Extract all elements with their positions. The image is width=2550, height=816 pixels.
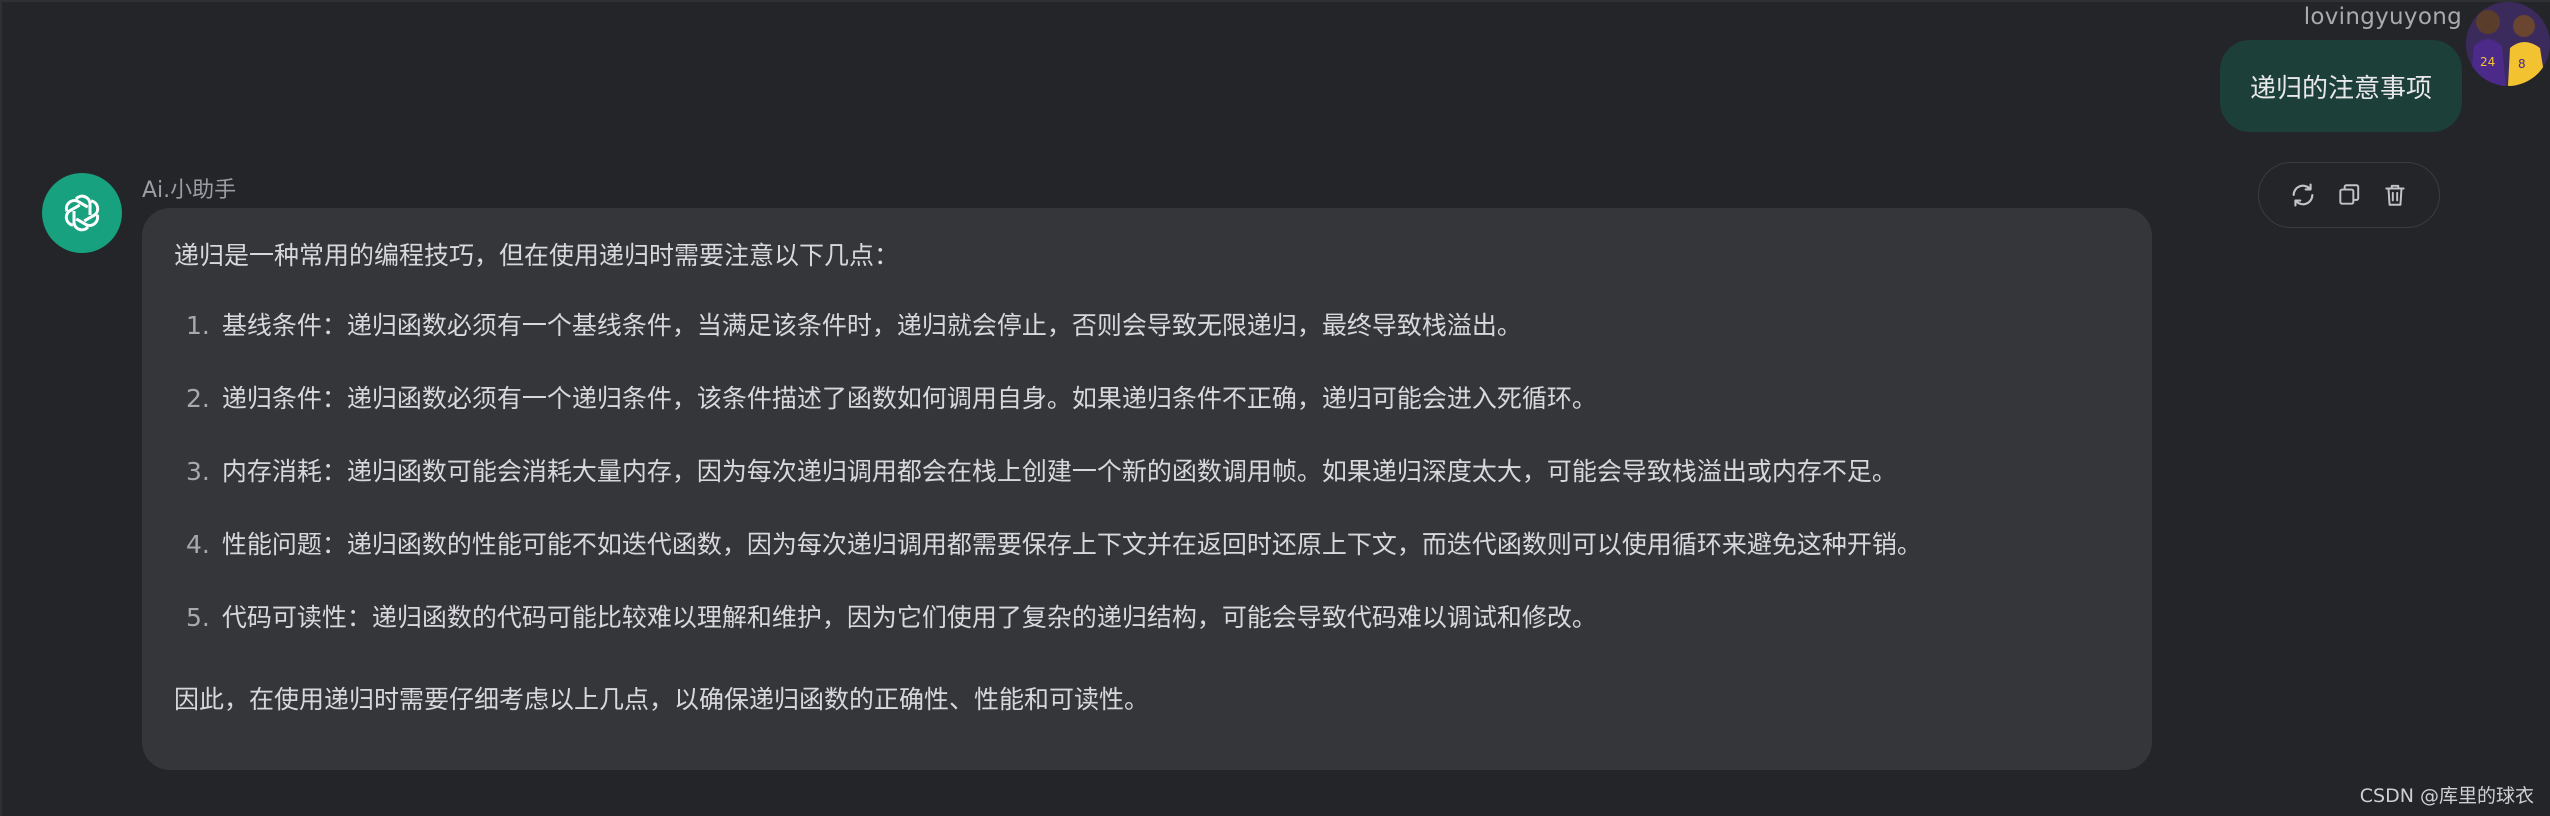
list-item-number: 1.: [186, 311, 210, 340]
assistant-points-list: 1. 基线条件：递归函数必须有一个基线条件，当满足该条件时，递归就会停止，否则会…: [174, 308, 2116, 636]
message-action-bar: [2258, 162, 2440, 228]
list-item-number: 2.: [186, 384, 210, 413]
user-name: lovingyuyong: [2303, 4, 2462, 30]
user-message-text: 递归的注意事项: [2249, 73, 2432, 104]
list-item-text: 基线条件：递归函数必须有一个基线条件，当满足该条件时，递归就会停止，否则会导致无…: [221, 311, 1522, 340]
assistant-intro: 递归是一种常用的编程技巧，但在使用递归时需要注意以下几点：: [174, 241, 900, 270]
user-message-bubble: 递归的注意事项: [2219, 40, 2462, 132]
basketball-player-avatar-icon[interactable]: 24 8: [2466, 2, 2550, 86]
chatgpt-logo-icon: [42, 173, 122, 253]
delete-button[interactable]: [2379, 179, 2411, 211]
list-item-number: 4.: [186, 530, 210, 559]
list-item: 5. 代码可读性：递归函数的代码可能比较难以理解和维护，因为它们使用了复杂的递归…: [186, 600, 2116, 636]
copy-button[interactable]: [2333, 179, 2365, 211]
regenerate-button[interactable]: [2287, 179, 2319, 211]
watermark: CSDN @库里的球衣: [2359, 785, 2534, 807]
list-item-number: 3.: [186, 457, 210, 486]
svg-text:24: 24: [2480, 55, 2495, 69]
list-item: 4. 性能问题：递归函数的性能可能不如迭代函数，因为每次递归调用都需要保存上下文…: [186, 527, 2116, 563]
assistant-conclusion: 因此，在使用递归时需要仔细考虑以上几点，以确保递归函数的正确性、性能和可读性。: [174, 685, 1150, 714]
list-item: 2. 递归条件：递归函数必须有一个递归条件，该条件描述了函数如何调用自身。如果递…: [186, 381, 2116, 417]
copy-icon: [2339, 184, 2360, 205]
list-item-text: 代码可读性：递归函数的代码可能比较难以理解和维护，因为它们使用了复杂的递归结构，…: [221, 603, 1597, 632]
svg-text:8: 8: [2518, 57, 2526, 71]
window-top-border: [0, 0, 2550, 2]
assistant-name: Ai.小助手: [142, 178, 237, 203]
trash-icon: [2385, 184, 2405, 206]
list-item-text: 递归条件：递归函数必须有一个递归条件，该条件描述了函数如何调用自身。如果递归条件…: [221, 384, 1597, 413]
window-left-border: [0, 0, 2, 816]
list-item: 1. 基线条件：递归函数必须有一个基线条件，当满足该条件时，递归就会停止，否则会…: [186, 308, 2116, 344]
list-item-number: 5.: [186, 603, 210, 632]
list-item-text: 性能问题：递归函数的性能可能不如迭代函数，因为每次递归调用都需要保存上下文并在返…: [221, 530, 1922, 559]
assistant-message-bubble: 递归是一种常用的编程技巧，但在使用递归时需要注意以下几点： 1. 基线条件：递归…: [142, 208, 2152, 770]
refresh-icon: [2292, 183, 2314, 207]
list-item-text: 内存消耗：递归函数可能会消耗大量内存，因为每次递归调用都会在栈上创建一个新的函数…: [221, 457, 1897, 486]
list-item: 3. 内存消耗：递归函数可能会消耗大量内存，因为每次递归调用都会在栈上创建一个新…: [186, 454, 2116, 490]
